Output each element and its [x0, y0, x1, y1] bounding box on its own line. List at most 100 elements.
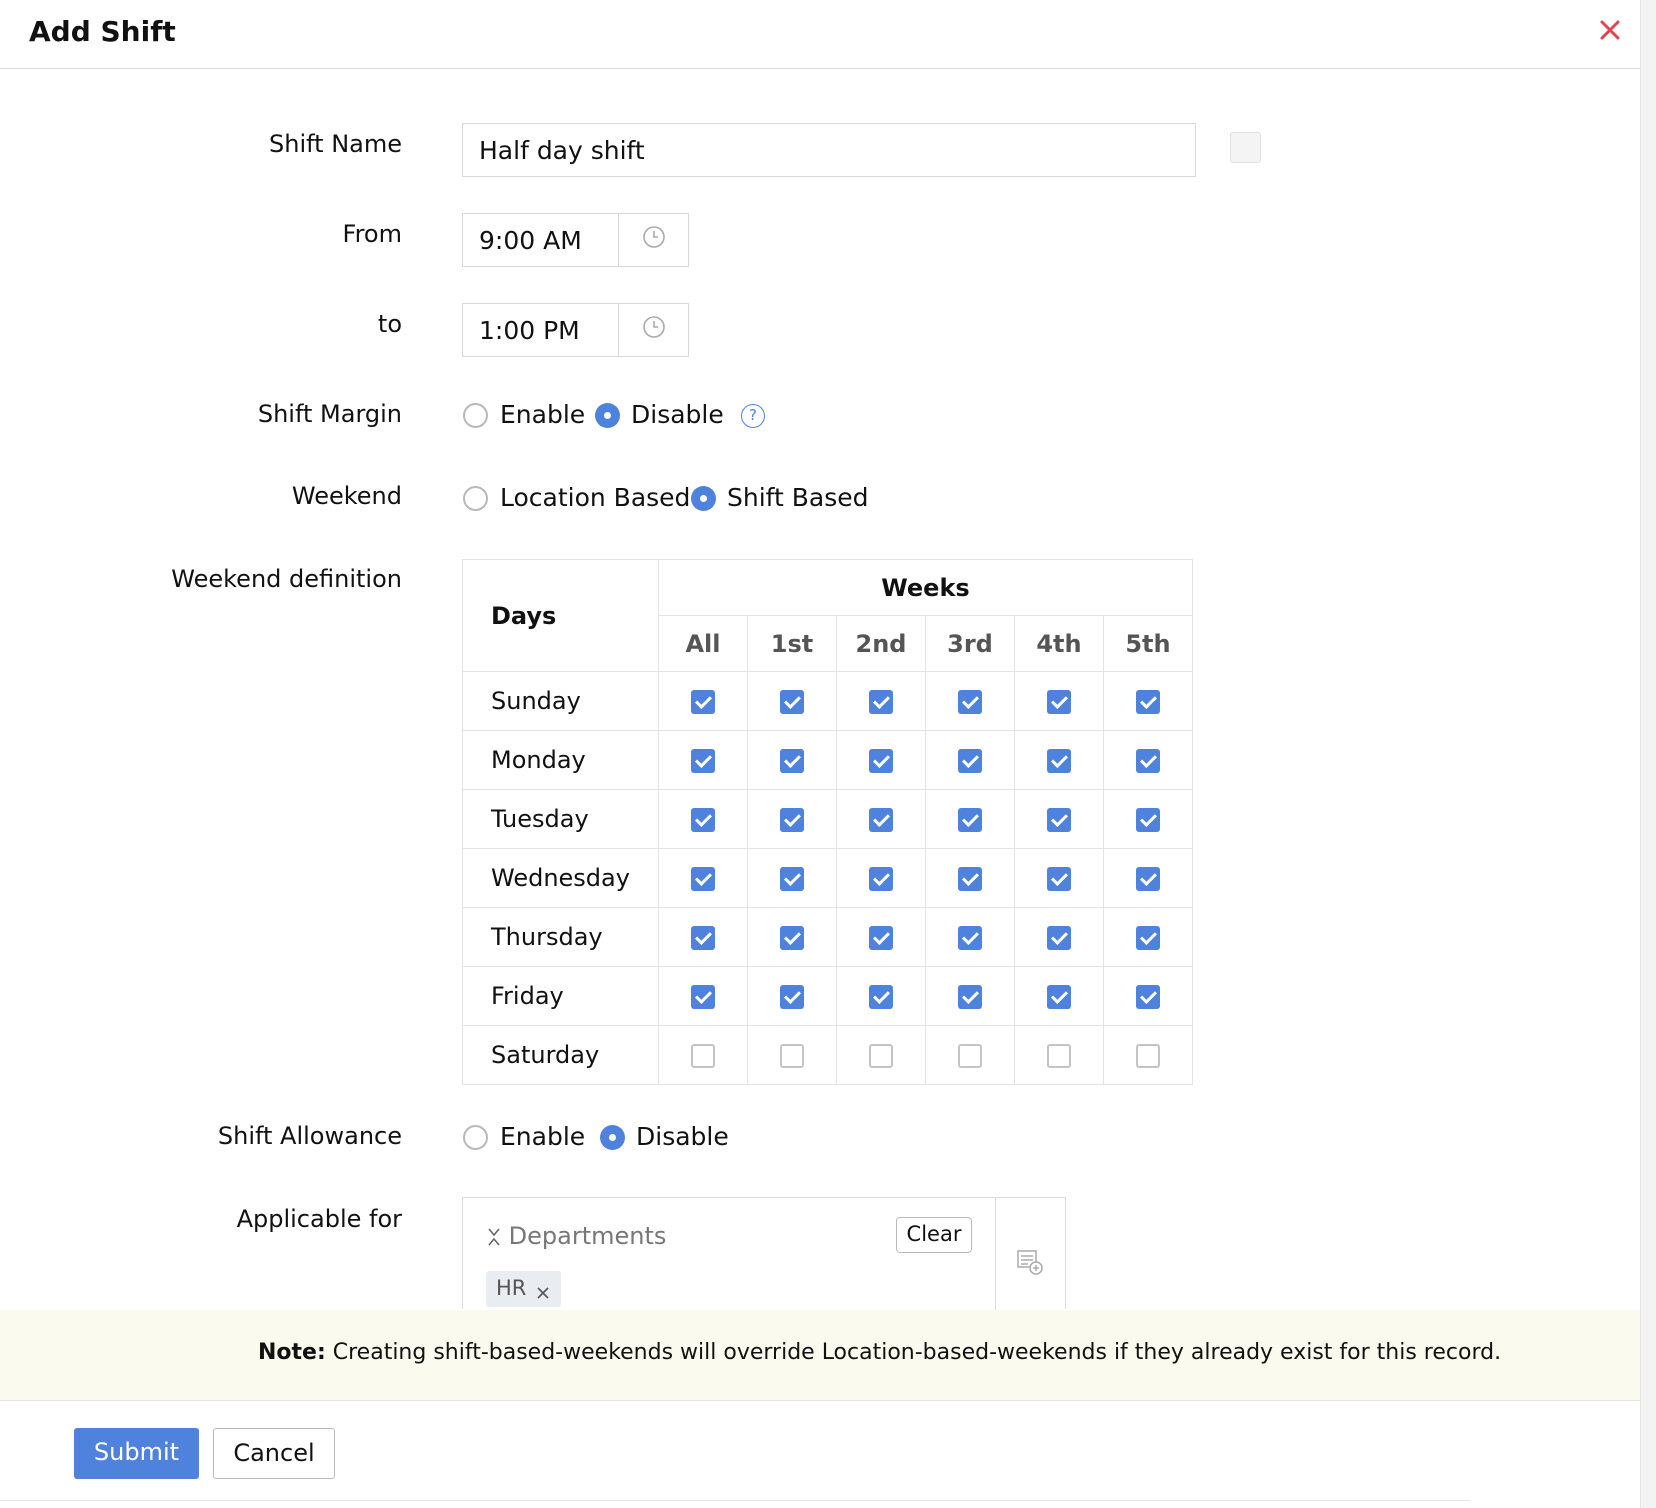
checked-checkbox[interactable] — [691, 926, 715, 950]
checkbox-cell — [925, 907, 1015, 967]
shift-margin-disable-radio[interactable] — [595, 403, 620, 428]
checked-checkbox[interactable] — [1136, 867, 1160, 891]
department-chip: HR — [486, 1271, 561, 1307]
submit-button[interactable]: Submit — [74, 1428, 199, 1479]
checked-checkbox[interactable] — [691, 985, 715, 1009]
from-clock-button[interactable] — [618, 214, 688, 266]
day-name: Monday — [462, 730, 659, 790]
to-time-input[interactable]: 1:00 PM — [462, 303, 689, 357]
shift-name-input[interactable]: Half day shift — [462, 123, 1196, 177]
checked-checkbox[interactable] — [1047, 867, 1071, 891]
week-column-header: 1st — [747, 615, 837, 672]
to-clock-button[interactable] — [618, 304, 688, 356]
checked-checkbox[interactable] — [691, 690, 715, 714]
checked-checkbox[interactable] — [958, 985, 982, 1009]
checked-checkbox[interactable] — [1047, 926, 1071, 950]
cancel-button[interactable]: Cancel — [213, 1428, 335, 1479]
checked-checkbox[interactable] — [691, 867, 715, 891]
checked-checkbox[interactable] — [869, 926, 893, 950]
checked-checkbox[interactable] — [780, 985, 804, 1009]
checkbox-cell — [836, 789, 926, 849]
checkbox-cell — [658, 1025, 748, 1085]
checked-checkbox[interactable] — [780, 867, 804, 891]
color-swatch[interactable] — [1230, 132, 1261, 163]
week-column-header: 4th — [1014, 615, 1104, 672]
add-list-icon[interactable] — [1016, 1248, 1044, 1280]
table-row: Saturday — [462, 1025, 1193, 1085]
shift-allowance-disable-label[interactable]: Disable — [636, 1122, 729, 1151]
checkbox-cell — [1103, 730, 1193, 790]
checkbox-cell — [1103, 966, 1193, 1026]
checked-checkbox[interactable] — [1136, 749, 1160, 773]
clear-button[interactable]: Clear — [896, 1217, 972, 1253]
checked-checkbox[interactable] — [1047, 985, 1071, 1009]
applicable-for-label: Applicable for — [236, 1205, 402, 1233]
scroll-gutter — [1641, 0, 1656, 1508]
applicable-for-selector[interactable]: Departments Clear HR — [462, 1197, 1066, 1310]
checkbox-cell — [658, 966, 748, 1026]
checked-checkbox[interactable] — [958, 749, 982, 773]
weeks-header: Weeks — [658, 559, 1193, 616]
departments-toggle[interactable]: Departments — [487, 1222, 666, 1250]
shift-allowance-disable-radio[interactable] — [600, 1125, 625, 1150]
checked-checkbox[interactable] — [1136, 690, 1160, 714]
day-rows: Sunday Monday Tuesday Wednesday Thursday Frid… — [462, 671, 1193, 1085]
checked-checkbox[interactable] — [958, 926, 982, 950]
checked-checkbox[interactable] — [1136, 808, 1160, 832]
shift-margin-disable-label[interactable]: Disable — [631, 400, 724, 429]
checked-checkbox[interactable] — [1136, 926, 1160, 950]
checkbox-cell — [836, 1025, 926, 1085]
collapse-icon[interactable] — [487, 1222, 509, 1250]
close-icon[interactable] — [1596, 16, 1624, 44]
checkbox-cell — [747, 671, 837, 731]
checkbox-cell — [658, 907, 748, 967]
checkbox-cell — [1014, 848, 1104, 908]
checked-checkbox[interactable] — [780, 690, 804, 714]
weekend-definition-table: Days Weeks All 1st 2nd 3rd 4th 5th Sunday Mond… — [462, 559, 1193, 1085]
checkbox-cell — [747, 848, 837, 908]
help-icon[interactable]: ? — [741, 404, 765, 428]
unchecked-checkbox[interactable] — [869, 1044, 893, 1068]
to-time-value: 1:00 PM — [479, 316, 580, 345]
checkbox-cell — [658, 671, 748, 731]
checked-checkbox[interactable] — [691, 749, 715, 773]
weekend-shift-based-label[interactable]: Shift Based — [727, 483, 869, 512]
checked-checkbox[interactable] — [1047, 808, 1071, 832]
checked-checkbox[interactable] — [869, 749, 893, 773]
checked-checkbox[interactable] — [780, 808, 804, 832]
weekend-label: Weekend — [291, 482, 402, 510]
checked-checkbox[interactable] — [780, 749, 804, 773]
departments-label: Departments — [508, 1222, 667, 1250]
shift-margin-enable-radio[interactable] — [463, 403, 488, 428]
checked-checkbox[interactable] — [869, 808, 893, 832]
checked-checkbox[interactable] — [780, 926, 804, 950]
unchecked-checkbox[interactable] — [958, 1044, 982, 1068]
weekend-shift-based-radio[interactable] — [691, 486, 716, 511]
shift-margin-enable-label[interactable]: Enable — [500, 400, 585, 429]
table-row: Sunday — [462, 671, 1193, 731]
checked-checkbox[interactable] — [1047, 690, 1071, 714]
unchecked-checkbox[interactable] — [691, 1044, 715, 1068]
unchecked-checkbox[interactable] — [1047, 1044, 1071, 1068]
checked-checkbox[interactable] — [958, 867, 982, 891]
unchecked-checkbox[interactable] — [1136, 1044, 1160, 1068]
weekend-location-based-radio[interactable] — [463, 486, 488, 511]
shift-allowance-enable-radio[interactable] — [463, 1125, 488, 1150]
from-time-input[interactable]: 9:00 AM — [462, 213, 689, 267]
checked-checkbox[interactable] — [869, 690, 893, 714]
day-name: Saturday — [462, 1025, 659, 1085]
remove-chip-icon[interactable] — [536, 1281, 550, 1305]
checked-checkbox[interactable] — [958, 808, 982, 832]
shift-allowance-enable-label[interactable]: Enable — [500, 1122, 585, 1151]
checked-checkbox[interactable] — [869, 985, 893, 1009]
checkbox-cell — [1103, 848, 1193, 908]
checked-checkbox[interactable] — [958, 690, 982, 714]
checked-checkbox[interactable] — [869, 867, 893, 891]
weekend-location-based-label[interactable]: Location Based — [500, 483, 690, 512]
note-prefix: Note: — [258, 1340, 326, 1365]
unchecked-checkbox[interactable] — [780, 1044, 804, 1068]
day-name: Sunday — [462, 671, 659, 731]
checked-checkbox[interactable] — [1047, 749, 1071, 773]
checked-checkbox[interactable] — [1136, 985, 1160, 1009]
checked-checkbox[interactable] — [691, 808, 715, 832]
